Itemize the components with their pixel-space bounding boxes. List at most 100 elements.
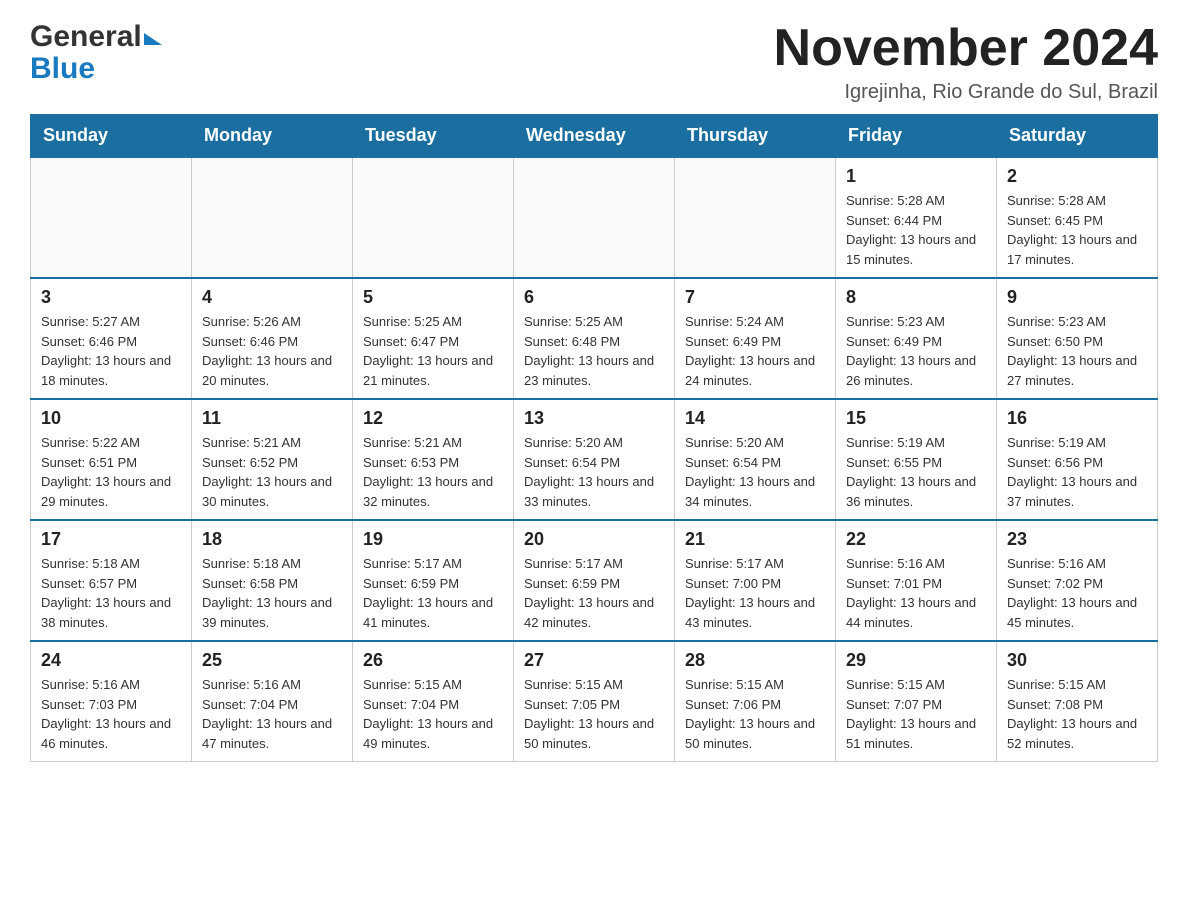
calendar-week-row: 1 Sunrise: 5:28 AMSunset: 6:44 PMDaylight… bbox=[31, 157, 1158, 278]
calendar-cell: 30 Sunrise: 5:15 AMSunset: 7:08 PMDayligh… bbox=[997, 641, 1158, 762]
weekday-header-monday: Monday bbox=[192, 115, 353, 158]
day-number: 15 bbox=[846, 408, 986, 429]
day-info: Sunrise: 5:19 AMSunset: 6:55 PMDaylight:… bbox=[846, 433, 986, 511]
day-info: Sunrise: 5:15 AMSunset: 7:07 PMDaylight:… bbox=[846, 675, 986, 753]
day-info: Sunrise: 5:17 AMSunset: 7:00 PMDaylight:… bbox=[685, 554, 825, 632]
calendar-cell: 10 Sunrise: 5:22 AMSunset: 6:51 PMDayligh… bbox=[31, 399, 192, 520]
day-number: 20 bbox=[524, 529, 664, 550]
day-number: 21 bbox=[685, 529, 825, 550]
calendar-cell: 2Sunrise: 5:28 AMSunset: 6:45 PMDaylight… bbox=[997, 157, 1158, 278]
calendar-week-row: 3Sunrise: 5:27 AMSunset: 6:46 PMDaylight… bbox=[31, 278, 1158, 399]
calendar-week-row: 24 Sunrise: 5:16 AMSunset: 7:03 PMDayligh… bbox=[31, 641, 1158, 762]
day-info: Sunrise: 5:27 AMSunset: 6:46 PMDaylight:… bbox=[41, 312, 181, 390]
day-info: Sunrise: 5:25 AMSunset: 6:47 PMDaylight:… bbox=[363, 312, 503, 390]
day-info: Sunrise: 5:15 AMSunset: 7:05 PMDaylight:… bbox=[524, 675, 664, 753]
day-number: 10 bbox=[41, 408, 181, 429]
day-info: Sunrise: 5:21 AMSunset: 6:53 PMDaylight:… bbox=[363, 433, 503, 511]
day-number: 9 bbox=[1007, 287, 1147, 308]
calendar-cell: 25 Sunrise: 5:16 AMSunset: 7:04 PMDayligh… bbox=[192, 641, 353, 762]
calendar-cell: 3Sunrise: 5:27 AMSunset: 6:46 PMDaylight… bbox=[31, 278, 192, 399]
day-info: Sunrise: 5:18 AMSunset: 6:58 PMDaylight:… bbox=[202, 554, 342, 632]
day-number: 12 bbox=[363, 408, 503, 429]
day-info: Sunrise: 5:28 AMSunset: 6:44 PMDaylight:… bbox=[846, 191, 986, 269]
weekday-header-friday: Friday bbox=[836, 115, 997, 158]
location-subtitle: Igrejinha, Rio Grande do Sul, Brazil bbox=[774, 81, 1158, 104]
calendar-cell: 19Sunrise: 5:17 AMSunset: 6:59 PMDayligh… bbox=[353, 520, 514, 641]
day-info: Sunrise: 5:16 AMSunset: 7:01 PMDaylight:… bbox=[846, 554, 986, 632]
calendar-cell: 20 Sunrise: 5:17 AMSunset: 6:59 PMDayligh… bbox=[514, 520, 675, 641]
calendar-cell: 8 Sunrise: 5:23 AMSunset: 6:49 PMDaylight… bbox=[836, 278, 997, 399]
calendar-cell bbox=[675, 157, 836, 278]
calendar-cell: 22 Sunrise: 5:16 AMSunset: 7:01 PMDayligh… bbox=[836, 520, 997, 641]
calendar-cell: 18Sunrise: 5:18 AMSunset: 6:58 PMDayligh… bbox=[192, 520, 353, 641]
day-info: Sunrise: 5:16 AMSunset: 7:02 PMDaylight:… bbox=[1007, 554, 1147, 632]
calendar-cell: 5Sunrise: 5:25 AMSunset: 6:47 PMDaylight… bbox=[353, 278, 514, 399]
day-number: 8 bbox=[846, 287, 986, 308]
day-info: Sunrise: 5:24 AMSunset: 6:49 PMDaylight:… bbox=[685, 312, 825, 390]
day-info: Sunrise: 5:17 AMSunset: 6:59 PMDaylight:… bbox=[524, 554, 664, 632]
calendar-cell: 17 Sunrise: 5:18 AMSunset: 6:57 PMDayligh… bbox=[31, 520, 192, 641]
day-info: Sunrise: 5:22 AMSunset: 6:51 PMDaylight:… bbox=[41, 433, 181, 511]
logo-blue: Blue bbox=[30, 52, 95, 86]
day-number: 1 bbox=[846, 166, 986, 187]
day-info: Sunrise: 5:20 AMSunset: 6:54 PMDaylight:… bbox=[685, 433, 825, 511]
calendar-cell: 27 Sunrise: 5:15 AMSunset: 7:05 PMDayligh… bbox=[514, 641, 675, 762]
day-info: Sunrise: 5:16 AMSunset: 7:04 PMDaylight:… bbox=[202, 675, 342, 753]
day-number: 4 bbox=[202, 287, 342, 308]
calendar-week-row: 17 Sunrise: 5:18 AMSunset: 6:57 PMDayligh… bbox=[31, 520, 1158, 641]
day-number: 14 bbox=[685, 408, 825, 429]
day-info: Sunrise: 5:20 AMSunset: 6:54 PMDaylight:… bbox=[524, 433, 664, 511]
day-number: 13 bbox=[524, 408, 664, 429]
weekday-header-saturday: Saturday bbox=[997, 115, 1158, 158]
day-info: Sunrise: 5:18 AMSunset: 6:57 PMDaylight:… bbox=[41, 554, 181, 632]
day-info: Sunrise: 5:19 AMSunset: 6:56 PMDaylight:… bbox=[1007, 433, 1147, 511]
day-info: Sunrise: 5:17 AMSunset: 6:59 PMDaylight:… bbox=[363, 554, 503, 632]
calendar-cell bbox=[353, 157, 514, 278]
day-number: 27 bbox=[524, 650, 664, 671]
day-number: 17 bbox=[41, 529, 181, 550]
calendar-cell bbox=[514, 157, 675, 278]
calendar-cell: 24 Sunrise: 5:16 AMSunset: 7:03 PMDayligh… bbox=[31, 641, 192, 762]
day-number: 7 bbox=[685, 287, 825, 308]
day-number: 30 bbox=[1007, 650, 1147, 671]
weekday-header-tuesday: Tuesday bbox=[353, 115, 514, 158]
calendar-cell: 26Sunrise: 5:15 AMSunset: 7:04 PMDayligh… bbox=[353, 641, 514, 762]
calendar-cell: 12 Sunrise: 5:21 AMSunset: 6:53 PMDayligh… bbox=[353, 399, 514, 520]
day-info: Sunrise: 5:21 AMSunset: 6:52 PMDaylight:… bbox=[202, 433, 342, 511]
calendar-cell: 16 Sunrise: 5:19 AMSunset: 6:56 PMDayligh… bbox=[997, 399, 1158, 520]
calendar-cell: 21 Sunrise: 5:17 AMSunset: 7:00 PMDayligh… bbox=[675, 520, 836, 641]
day-info: Sunrise: 5:15 AMSunset: 7:08 PMDaylight:… bbox=[1007, 675, 1147, 753]
calendar-cell: 13 Sunrise: 5:20 AMSunset: 6:54 PMDayligh… bbox=[514, 399, 675, 520]
weekday-header-wednesday: Wednesday bbox=[514, 115, 675, 158]
calendar-cell: 11Sunrise: 5:21 AMSunset: 6:52 PMDayligh… bbox=[192, 399, 353, 520]
day-number: 24 bbox=[41, 650, 181, 671]
day-number: 22 bbox=[846, 529, 986, 550]
calendar-cell bbox=[192, 157, 353, 278]
calendar-cell: 14 Sunrise: 5:20 AMSunset: 6:54 PMDayligh… bbox=[675, 399, 836, 520]
calendar-cell: 7 Sunrise: 5:24 AMSunset: 6:49 PMDaylight… bbox=[675, 278, 836, 399]
day-info: Sunrise: 5:26 AMSunset: 6:46 PMDaylight:… bbox=[202, 312, 342, 390]
day-number: 16 bbox=[1007, 408, 1147, 429]
page-header: General Blue November 2024 Igrejinha, Ri… bbox=[30, 20, 1158, 104]
calendar-cell: 28Sunrise: 5:15 AMSunset: 7:06 PMDayligh… bbox=[675, 641, 836, 762]
calendar-table: SundayMondayTuesdayWednesdayThursdayFrid… bbox=[30, 114, 1158, 762]
day-number: 6 bbox=[524, 287, 664, 308]
day-number: 2 bbox=[1007, 166, 1147, 187]
day-info: Sunrise: 5:15 AMSunset: 7:04 PMDaylight:… bbox=[363, 675, 503, 753]
day-number: 23 bbox=[1007, 529, 1147, 550]
calendar-header-row: SundayMondayTuesdayWednesdayThursdayFrid… bbox=[31, 115, 1158, 158]
weekday-header-sunday: Sunday bbox=[31, 115, 192, 158]
calendar-week-row: 10 Sunrise: 5:22 AMSunset: 6:51 PMDayligh… bbox=[31, 399, 1158, 520]
calendar-cell: 23 Sunrise: 5:16 AMSunset: 7:02 PMDayligh… bbox=[997, 520, 1158, 641]
day-info: Sunrise: 5:16 AMSunset: 7:03 PMDaylight:… bbox=[41, 675, 181, 753]
day-info: Sunrise: 5:23 AMSunset: 6:50 PMDaylight:… bbox=[1007, 312, 1147, 390]
month-title: November 2024 bbox=[774, 20, 1158, 77]
calendar-cell bbox=[31, 157, 192, 278]
day-number: 29 bbox=[846, 650, 986, 671]
logo: General Blue bbox=[30, 20, 162, 86]
day-info: Sunrise: 5:23 AMSunset: 6:49 PMDaylight:… bbox=[846, 312, 986, 390]
day-number: 25 bbox=[202, 650, 342, 671]
day-number: 28 bbox=[685, 650, 825, 671]
calendar-cell: 4 Sunrise: 5:26 AMSunset: 6:46 PMDaylight… bbox=[192, 278, 353, 399]
logo-arrow-icon bbox=[144, 33, 162, 45]
